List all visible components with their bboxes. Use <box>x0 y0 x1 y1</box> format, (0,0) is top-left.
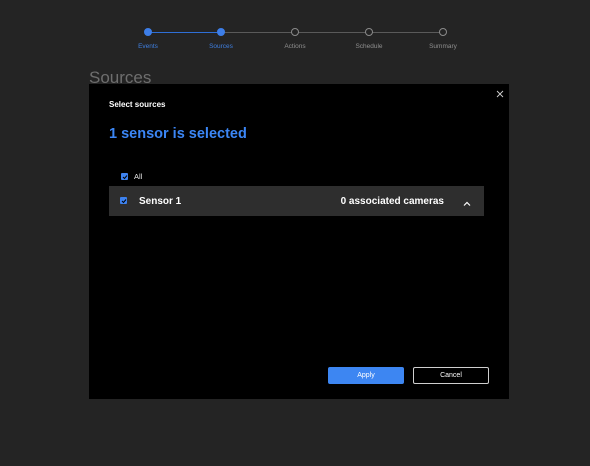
wizard-stepper: Events Sources Actions Schedule Summary <box>0 0 590 60</box>
sensor-row[interactable]: Sensor 1 0 associated cameras <box>109 186 484 216</box>
associated-cameras-count: 0 associated cameras <box>340 196 444 207</box>
sensor-checkbox[interactable] <box>120 197 127 204</box>
step-label-schedule: Schedule <box>355 43 383 50</box>
step-dot-summary <box>439 28 447 36</box>
select-all-label: All <box>134 172 143 181</box>
cancel-button[interactable]: Cancel <box>413 367 489 384</box>
dialog-title: Select sources <box>109 100 166 109</box>
step-dot-actions <box>291 28 299 36</box>
step-connector <box>369 32 443 33</box>
step-dot-sources <box>217 28 225 36</box>
close-button[interactable] <box>494 88 506 100</box>
step-label-actions: Actions <box>284 43 306 50</box>
expand-toggle[interactable] <box>462 196 472 206</box>
step-connector <box>221 32 295 33</box>
chevron-up-icon <box>463 201 471 206</box>
sensor-name: Sensor 1 <box>139 196 182 207</box>
step-connector <box>148 32 221 33</box>
checkmark-icon <box>121 198 126 203</box>
step-label-summary: Summary <box>429 43 457 50</box>
selection-summary: 1 sensor is selected <box>109 126 247 142</box>
select-all-checkbox[interactable] <box>121 173 128 180</box>
step-dot-events <box>144 28 152 36</box>
select-sources-dialog: Select sources 1 sensor is selected All … <box>89 84 509 399</box>
step-dot-schedule <box>365 28 373 36</box>
step-connector <box>295 32 369 33</box>
close-icon <box>496 90 504 98</box>
step-label-sources: Sources <box>209 43 233 50</box>
step-label-events: Events <box>138 43 158 50</box>
apply-button[interactable]: Apply <box>328 367 404 384</box>
checkmark-icon <box>122 174 127 179</box>
